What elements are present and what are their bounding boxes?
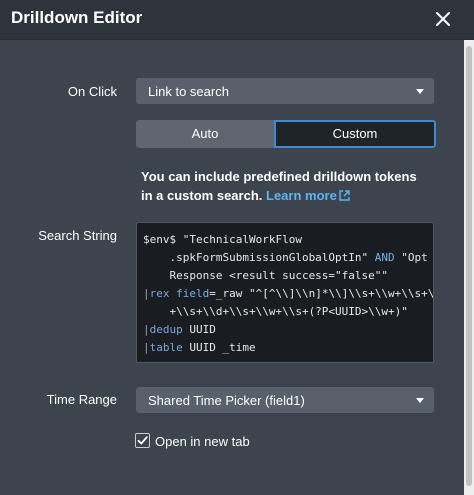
code-token: | xyxy=(143,341,150,354)
code-token: rex xyxy=(149,287,170,300)
external-link-icon xyxy=(339,190,350,201)
chevron-down-icon xyxy=(416,398,424,403)
chevron-down-icon xyxy=(416,89,424,94)
close-button[interactable] xyxy=(433,9,453,29)
time-range-selected-value: Shared Time Picker (field1) xyxy=(148,393,305,408)
on-click-select[interactable]: Link to search xyxy=(136,78,434,104)
code-line: |dedup UUID xyxy=(143,321,433,339)
dialog-title: Drilldown Editor xyxy=(11,8,143,27)
dialog-header: Drilldown Editor xyxy=(0,0,474,40)
code-token: UUID _time xyxy=(182,341,256,354)
code-token: table xyxy=(149,341,183,354)
custom-search-info: You can include predefined drilldown tok… xyxy=(141,167,431,205)
vertical-scrollbar[interactable] xyxy=(464,40,474,495)
code-token: dedup xyxy=(149,323,183,336)
code-token: field xyxy=(176,287,210,300)
code-line: .spkFormSubmissionGlobalOptIn" AND "Opt … xyxy=(143,249,433,267)
code-token: .spkFormSubmissionGlobalOptIn" xyxy=(143,251,375,264)
time-range-label: Time Range xyxy=(46,392,117,407)
search-string-label: Search String xyxy=(38,228,117,243)
on-click-label: On Click xyxy=(67,84,117,99)
code-line: Response <result success="false"" xyxy=(143,267,433,285)
code-token: $env$ "TechnicalWorkFlow xyxy=(143,233,302,246)
code-token: | xyxy=(143,287,150,300)
time-range-select[interactable]: Shared Time Picker (field1) xyxy=(136,387,434,413)
scrollbar-thumb[interactable] xyxy=(466,46,472,486)
on-click-selected-value: Link to search xyxy=(148,84,229,99)
learn-more-link[interactable]: Learn more xyxy=(266,188,350,203)
search-string-editor[interactable]: $env$ "TechnicalWorkFlow .spkFormSubmiss… xyxy=(136,222,434,363)
code-token: UUID xyxy=(182,323,216,336)
open-new-tab-label[interactable]: Open in new tab xyxy=(155,434,250,449)
code-token: "Opt In xyxy=(401,251,428,264)
custom-mode-button[interactable]: Custom xyxy=(274,120,436,148)
close-icon[interactable] xyxy=(433,9,453,29)
code-token: Response <result success="false"" xyxy=(143,269,389,282)
code-line: |rex field=_raw "^[^\\]\\n]*\\]\\s+\\w+\… xyxy=(143,285,433,303)
open-new-tab-checkbox[interactable] xyxy=(135,433,150,448)
auto-mode-button[interactable]: Auto xyxy=(136,120,274,148)
code-token: +\\s+\\d+\\s+\\w+\\s+(?P<UUID>\\w+)" xyxy=(143,305,408,318)
code-token: | xyxy=(143,323,150,336)
checkmark-icon xyxy=(137,436,148,445)
code-line: +\\s+\\d+\\s+\\w+\\s+(?P<UUID>\\w+)" xyxy=(143,303,433,321)
code-token: AND xyxy=(374,251,395,264)
code-line: $env$ "TechnicalWorkFlow xyxy=(143,231,433,249)
code-line: |table UUID _time xyxy=(143,339,433,357)
learn-more-text: Learn more xyxy=(266,188,337,203)
code-token: =_raw "^[^\\]\\n]*\\]\\s+\\w+\\s+\\w xyxy=(209,287,434,300)
